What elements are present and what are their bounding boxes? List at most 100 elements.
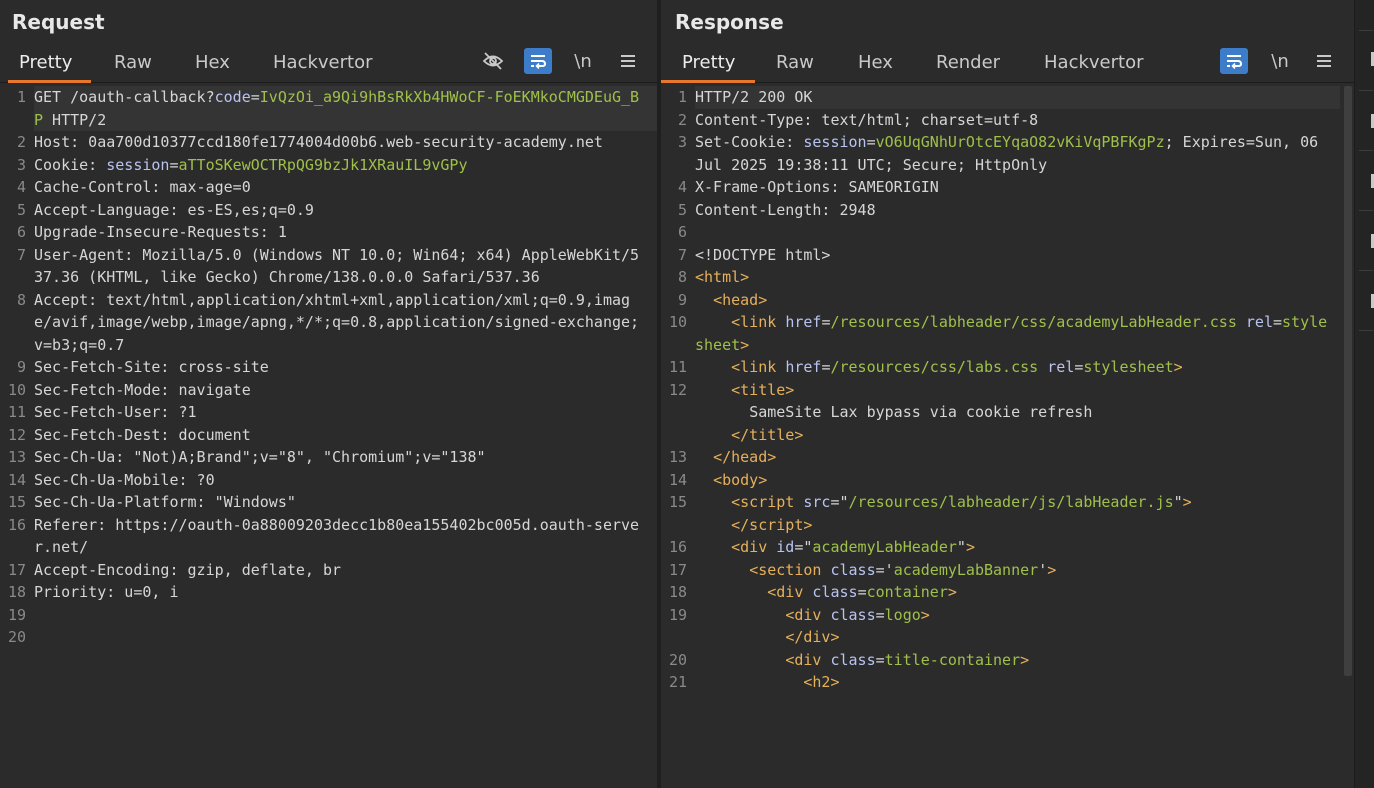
- line-content[interactable]: <script src="/resources/labheader/js/lab…: [695, 491, 1340, 536]
- line-content[interactable]: Sec-Fetch-Mode: navigate: [34, 379, 657, 402]
- code-line[interactable]: 4 Cache-Control: max-age=0: [0, 176, 657, 199]
- newline-icon[interactable]: \n: [569, 48, 597, 74]
- line-content[interactable]: <html>: [695, 266, 1340, 289]
- line-content[interactable]: [34, 626, 657, 649]
- line-content[interactable]: Referer: https://oauth-0a88009203decc1b8…: [34, 514, 657, 559]
- code-line[interactable]: 11 <link href=/resources/css/labs.css re…: [661, 356, 1340, 379]
- line-content[interactable]: Sec-Fetch-Site: cross-site: [34, 356, 657, 379]
- code-line[interactable]: 21 <h2>: [661, 671, 1340, 694]
- line-content[interactable]: Sec-Ch-Ua-Platform: "Windows": [34, 491, 657, 514]
- code-line[interactable]: 9 Sec-Fetch-Site: cross-site: [0, 356, 657, 379]
- line-content[interactable]: <h2>: [695, 671, 1340, 694]
- line-content[interactable]: Set-Cookie: session=vO6UqGNhUrOtcEYqaO82…: [695, 131, 1340, 176]
- wrap-icon[interactable]: [524, 48, 552, 74]
- line-content[interactable]: <div class=container>: [695, 581, 1340, 604]
- code-line[interactable]: 20: [0, 626, 657, 649]
- code-line[interactable]: 9 <head>: [661, 289, 1340, 312]
- line-content[interactable]: Sec-Ch-Ua-Mobile: ?0: [34, 469, 657, 492]
- line-content[interactable]: </head>: [695, 446, 1340, 469]
- tab-raw[interactable]: Raw: [776, 52, 814, 73]
- code-line[interactable]: 10 Sec-Fetch-Mode: navigate: [0, 379, 657, 402]
- tab-hackvertor[interactable]: Hackvertor: [1044, 52, 1143, 73]
- code-line[interactable]: 6 Upgrade-Insecure-Requests: 1: [0, 221, 657, 244]
- line-content[interactable]: <section class='academyLabBanner'>: [695, 559, 1340, 582]
- code-line[interactable]: 20 <div class=title-container>: [661, 649, 1340, 672]
- tab-pretty[interactable]: Pretty: [682, 52, 735, 73]
- code-line[interactable]: 7 <!DOCTYPE html>: [661, 244, 1340, 267]
- tab-hackvertor[interactable]: Hackvertor: [273, 52, 372, 73]
- line-content[interactable]: GET /oauth-callback?code=IvQzOi_a9Qi9hBs…: [34, 86, 657, 131]
- line-content[interactable]: [695, 221, 1340, 244]
- response-editor[interactable]: 1 HTTP/2 200 OK 2 Content-Type: text/html; …: [661, 86, 1340, 788]
- code-line[interactable]: 13 Sec-Ch-Ua: "Not)A;Brand";v="8", "Chrom…: [0, 446, 657, 469]
- line-content[interactable]: [34, 604, 657, 627]
- code-line[interactable]: 17 <section class='academyLabBanner'>: [661, 559, 1340, 582]
- line-content[interactable]: <div class=title-container>: [695, 649, 1340, 672]
- line-content[interactable]: Priority: u=0, i: [34, 581, 657, 604]
- wrap-icon[interactable]: [1220, 48, 1248, 74]
- line-content[interactable]: X-Frame-Options: SAMEORIGIN: [695, 176, 1340, 199]
- code-line[interactable]: 15 <script src="/resources/labheader/js/…: [661, 491, 1340, 536]
- code-line[interactable]: 16 <div id="academyLabHeader">: [661, 536, 1340, 559]
- menu-icon[interactable]: [614, 48, 642, 74]
- tab-hex[interactable]: Hex: [195, 52, 230, 73]
- line-content[interactable]: User-Agent: Mozilla/5.0 (Windows NT 10.0…: [34, 244, 657, 289]
- line-content[interactable]: Host: 0aa700d10377ccd180fe1774004d00b6.w…: [34, 131, 657, 154]
- code-line[interactable]: 18 <div class=container>: [661, 581, 1340, 604]
- tab-render[interactable]: Render: [936, 52, 1000, 73]
- menu-icon[interactable]: [1310, 48, 1338, 74]
- newline-icon[interactable]: \n: [1266, 48, 1294, 74]
- line-content[interactable]: <div class=logo> </div>: [695, 604, 1340, 649]
- code-line[interactable]: 2 Host: 0aa700d10377ccd180fe1774004d00b6.…: [0, 131, 657, 154]
- response-scrollbar[interactable]: [1342, 86, 1354, 788]
- code-line[interactable]: 18 Priority: u=0, i: [0, 581, 657, 604]
- line-content[interactable]: Sec-Ch-Ua: "Not)A;Brand";v="8", "Chromiu…: [34, 446, 657, 469]
- code-line[interactable]: 3 Set-Cookie: session=vO6UqGNhUrOtcEYqaO8…: [661, 131, 1340, 176]
- line-content[interactable]: Upgrade-Insecure-Requests: 1: [34, 221, 657, 244]
- code-line[interactable]: 1 GET /oauth-callback?code=IvQzOi_a9Qi9hB…: [0, 86, 657, 131]
- code-line[interactable]: 19 <div class=logo> </div>: [661, 604, 1340, 649]
- line-content[interactable]: <link href=/resources/labheader/css/acad…: [695, 311, 1340, 356]
- code-line[interactable]: 2 Content-Type: text/html; charset=utf-8: [661, 109, 1340, 132]
- line-content[interactable]: Cache-Control: max-age=0: [34, 176, 657, 199]
- code-line[interactable]: 13 </head>: [661, 446, 1340, 469]
- scrollbar-thumb[interactable]: [1344, 86, 1352, 676]
- tab-pretty[interactable]: Pretty: [19, 52, 72, 73]
- line-content[interactable]: <div id="academyLabHeader">: [695, 536, 1340, 559]
- line-content[interactable]: <head>: [695, 289, 1340, 312]
- eye-slash-icon[interactable]: [479, 48, 507, 74]
- code-line[interactable]: 10 <link href=/resources/labheader/css/a…: [661, 311, 1340, 356]
- line-content[interactable]: HTTP/2 200 OK: [695, 86, 1340, 109]
- code-line[interactable]: 6: [661, 221, 1340, 244]
- code-line[interactable]: 14 <body>: [661, 469, 1340, 492]
- line-content[interactable]: <link href=/resources/css/labs.css rel=s…: [695, 356, 1340, 379]
- line-content[interactable]: Sec-Fetch-User: ?1: [34, 401, 657, 424]
- line-content[interactable]: Accept-Language: es-ES,es;q=0.9: [34, 199, 657, 222]
- request-editor[interactable]: 1 GET /oauth-callback?code=IvQzOi_a9Qi9hB…: [0, 86, 657, 788]
- line-content[interactable]: <!DOCTYPE html>: [695, 244, 1340, 267]
- code-line[interactable]: 1 HTTP/2 200 OK: [661, 86, 1340, 109]
- code-line[interactable]: 8 Accept: text/html,application/xhtml+xml…: [0, 289, 657, 357]
- code-line[interactable]: 5 Accept-Language: es-ES,es;q=0.9: [0, 199, 657, 222]
- code-line[interactable]: 11 Sec-Fetch-User: ?1: [0, 401, 657, 424]
- code-line[interactable]: 14 Sec-Ch-Ua-Mobile: ?0: [0, 469, 657, 492]
- code-line[interactable]: 12 <title> SameSite Lax bypass via cooki…: [661, 379, 1340, 447]
- code-line[interactable]: 16 Referer: https://oauth-0a88009203decc1…: [0, 514, 657, 559]
- line-content[interactable]: Accept-Encoding: gzip, deflate, br: [34, 559, 657, 582]
- line-content[interactable]: Content-Length: 2948: [695, 199, 1340, 222]
- line-content[interactable]: Cookie: session=aTToSKewOCTRpQG9bzJk1XRa…: [34, 154, 657, 177]
- line-content[interactable]: Content-Type: text/html; charset=utf-8: [695, 109, 1340, 132]
- code-line[interactable]: 15 Sec-Ch-Ua-Platform: "Windows": [0, 491, 657, 514]
- code-line[interactable]: 17 Accept-Encoding: gzip, deflate, br: [0, 559, 657, 582]
- code-line[interactable]: 8 <html>: [661, 266, 1340, 289]
- tab-raw[interactable]: Raw: [114, 52, 152, 73]
- code-line[interactable]: 3 Cookie: session=aTToSKewOCTRpQG9bzJk1XR…: [0, 154, 657, 177]
- code-line[interactable]: 5 Content-Length: 2948: [661, 199, 1340, 222]
- line-content[interactable]: Sec-Fetch-Dest: document: [34, 424, 657, 447]
- tab-hex[interactable]: Hex: [858, 52, 893, 73]
- code-line[interactable]: 12 Sec-Fetch-Dest: document: [0, 424, 657, 447]
- line-content[interactable]: <title> SameSite Lax bypass via cookie r…: [695, 379, 1340, 447]
- code-line[interactable]: 7 User-Agent: Mozilla/5.0 (Windows NT 10.…: [0, 244, 657, 289]
- code-line[interactable]: 19: [0, 604, 657, 627]
- line-content[interactable]: <body>: [695, 469, 1340, 492]
